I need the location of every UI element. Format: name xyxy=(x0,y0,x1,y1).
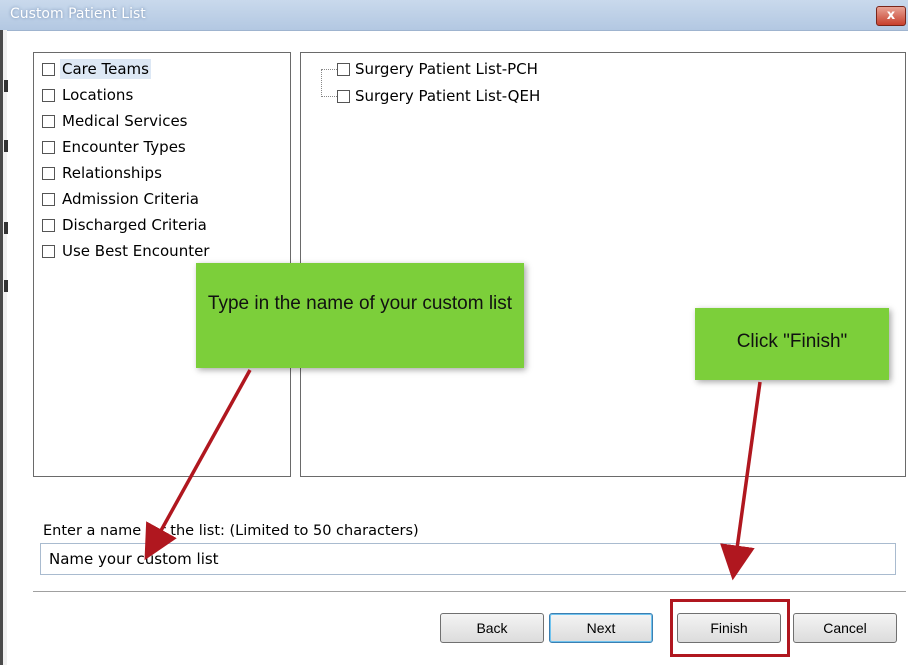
criteria-item-label: Encounter Types xyxy=(62,138,186,156)
criteria-item-use-best-encounter[interactable]: Use Best Encounter xyxy=(42,240,211,262)
title-bar: Custom Patient List x xyxy=(0,0,908,31)
edge-mark xyxy=(4,140,8,152)
tree-item-surgery-qeh[interactable]: Surgery Patient List-QEH xyxy=(337,85,540,107)
checkbox[interactable] xyxy=(337,62,350,76)
tree-item-surgery-pch[interactable]: Surgery Patient List-PCH xyxy=(337,58,538,80)
edge-mark xyxy=(4,222,8,234)
finish-hint-callout: Click "Finish" xyxy=(695,308,889,380)
criteria-item-label: Locations xyxy=(62,86,134,104)
close-icon: x xyxy=(886,8,896,23)
criteria-item-label: Care Teams xyxy=(60,59,151,79)
checkbox[interactable] xyxy=(42,114,55,128)
next-button[interactable]: Next xyxy=(549,613,653,643)
name-hint-text: Type in the name of your custom list xyxy=(207,293,513,314)
criteria-item-locations[interactable]: Locations xyxy=(42,84,135,106)
checkbox[interactable] xyxy=(42,88,55,102)
name-hint-callout: Type in the name of your custom list xyxy=(196,263,524,368)
criteria-item-admission-criteria[interactable]: Admission Criteria xyxy=(42,188,201,210)
edge-mark xyxy=(4,80,8,92)
finish-highlight-box xyxy=(670,599,790,657)
edge-mark xyxy=(4,280,8,292)
checkbox[interactable] xyxy=(42,62,55,76)
close-button[interactable]: x xyxy=(876,6,906,26)
criteria-item-medical-services[interactable]: Medical Services xyxy=(42,110,190,132)
criteria-item-label: Discharged Criteria xyxy=(62,216,207,234)
cancel-button[interactable]: Cancel xyxy=(793,613,897,643)
checkbox[interactable] xyxy=(42,140,55,154)
checkbox[interactable] xyxy=(337,89,350,103)
tree-connector xyxy=(321,96,337,97)
list-name-label: Enter a name for the list: (Limited to 5… xyxy=(43,523,419,539)
criteria-item-care-teams[interactable]: Care Teams xyxy=(42,58,151,80)
criteria-item-encounter-types[interactable]: Encounter Types xyxy=(42,136,188,158)
criteria-item-label: Medical Services xyxy=(62,112,188,130)
checkbox[interactable] xyxy=(42,244,55,258)
criteria-item-relationships[interactable]: Relationships xyxy=(42,162,164,184)
criteria-item-label: Admission Criteria xyxy=(62,190,199,208)
tree-connector xyxy=(321,69,337,70)
tree-item-label: Surgery Patient List-QEH xyxy=(355,87,541,105)
checkbox[interactable] xyxy=(42,218,55,232)
checkbox[interactable] xyxy=(42,192,55,206)
tree-item-label: Surgery Patient List-PCH xyxy=(355,60,538,78)
criteria-item-label: Relationships xyxy=(62,164,162,182)
criteria-item-discharged-criteria[interactable]: Discharged Criteria xyxy=(42,214,209,236)
list-name-input[interactable] xyxy=(40,543,896,575)
back-button[interactable]: Back xyxy=(440,613,544,643)
separator xyxy=(33,591,906,592)
window-title: Custom Patient List xyxy=(10,6,146,22)
criteria-item-label: Use Best Encounter xyxy=(62,242,210,260)
finish-hint-text: Click "Finish" xyxy=(736,331,848,352)
checkbox[interactable] xyxy=(42,166,55,180)
background-window-strip xyxy=(3,30,7,665)
tree-connector xyxy=(321,69,322,97)
